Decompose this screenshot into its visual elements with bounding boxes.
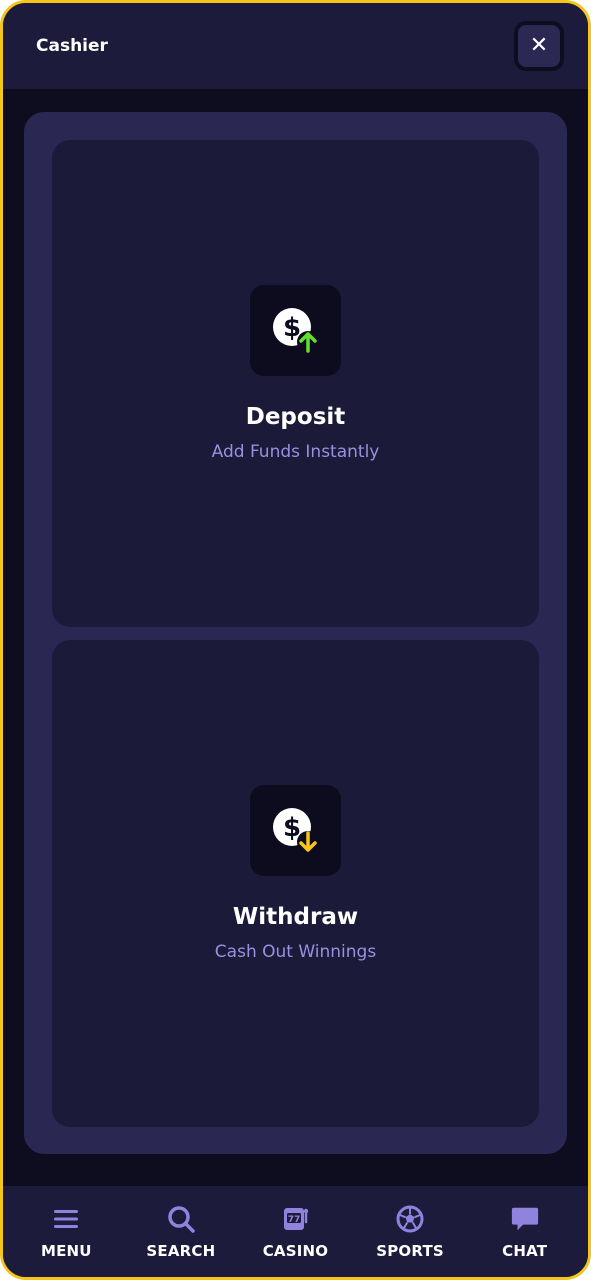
nav-label-casino: CASINO [262,1241,329,1260]
close-icon: ✕ [529,33,549,58]
deposit-subtitle: Add Funds Instantly [211,442,380,462]
close-button[interactable]: ✕ [514,21,564,71]
soccer-ball-icon [395,1204,425,1234]
search-icon [166,1204,196,1234]
bottom-nav: MENU SEARCH 77 CASINO SPORTS CHAT [3,1186,588,1277]
nav-item-sports[interactable]: SPORTS [355,1204,465,1260]
hamburger-icon [51,1204,81,1234]
deposit-card[interactable]: $ Deposit Add Funds Instantly [52,140,539,627]
page-title: Cashier [36,36,108,56]
slot-machine-icon: 77 [280,1204,310,1234]
cashier-panel: $ Deposit Add Funds Instantly $ Withdraw… [24,112,567,1154]
withdraw-title: Withdraw [232,904,359,930]
nav-item-chat[interactable]: CHAT [470,1204,580,1260]
nav-label-chat: CHAT [502,1241,548,1260]
nav-item-menu[interactable]: MENU [11,1204,121,1260]
nav-label-menu: MENU [40,1241,92,1260]
chat-bubble-icon [510,1204,540,1234]
nav-label-search: SEARCH [146,1241,216,1260]
deposit-title: Deposit [245,404,346,430]
nav-item-casino[interactable]: 77 CASINO [240,1204,350,1260]
withdraw-card[interactable]: $ Withdraw Cash Out Winnings [52,640,539,1127]
dollar-arrow-down-icon: $ [250,785,341,876]
nav-label-sports: SPORTS [376,1241,444,1260]
app-frame: Cashier ✕ $ Deposit Add Funds Instantly [0,0,591,1280]
dollar-arrow-up-icon: $ [250,285,341,376]
nav-item-search[interactable]: SEARCH [126,1204,236,1260]
withdraw-subtitle: Cash Out Winnings [214,942,377,962]
header: Cashier ✕ [3,3,588,89]
svg-text:77: 77 [288,1215,301,1225]
